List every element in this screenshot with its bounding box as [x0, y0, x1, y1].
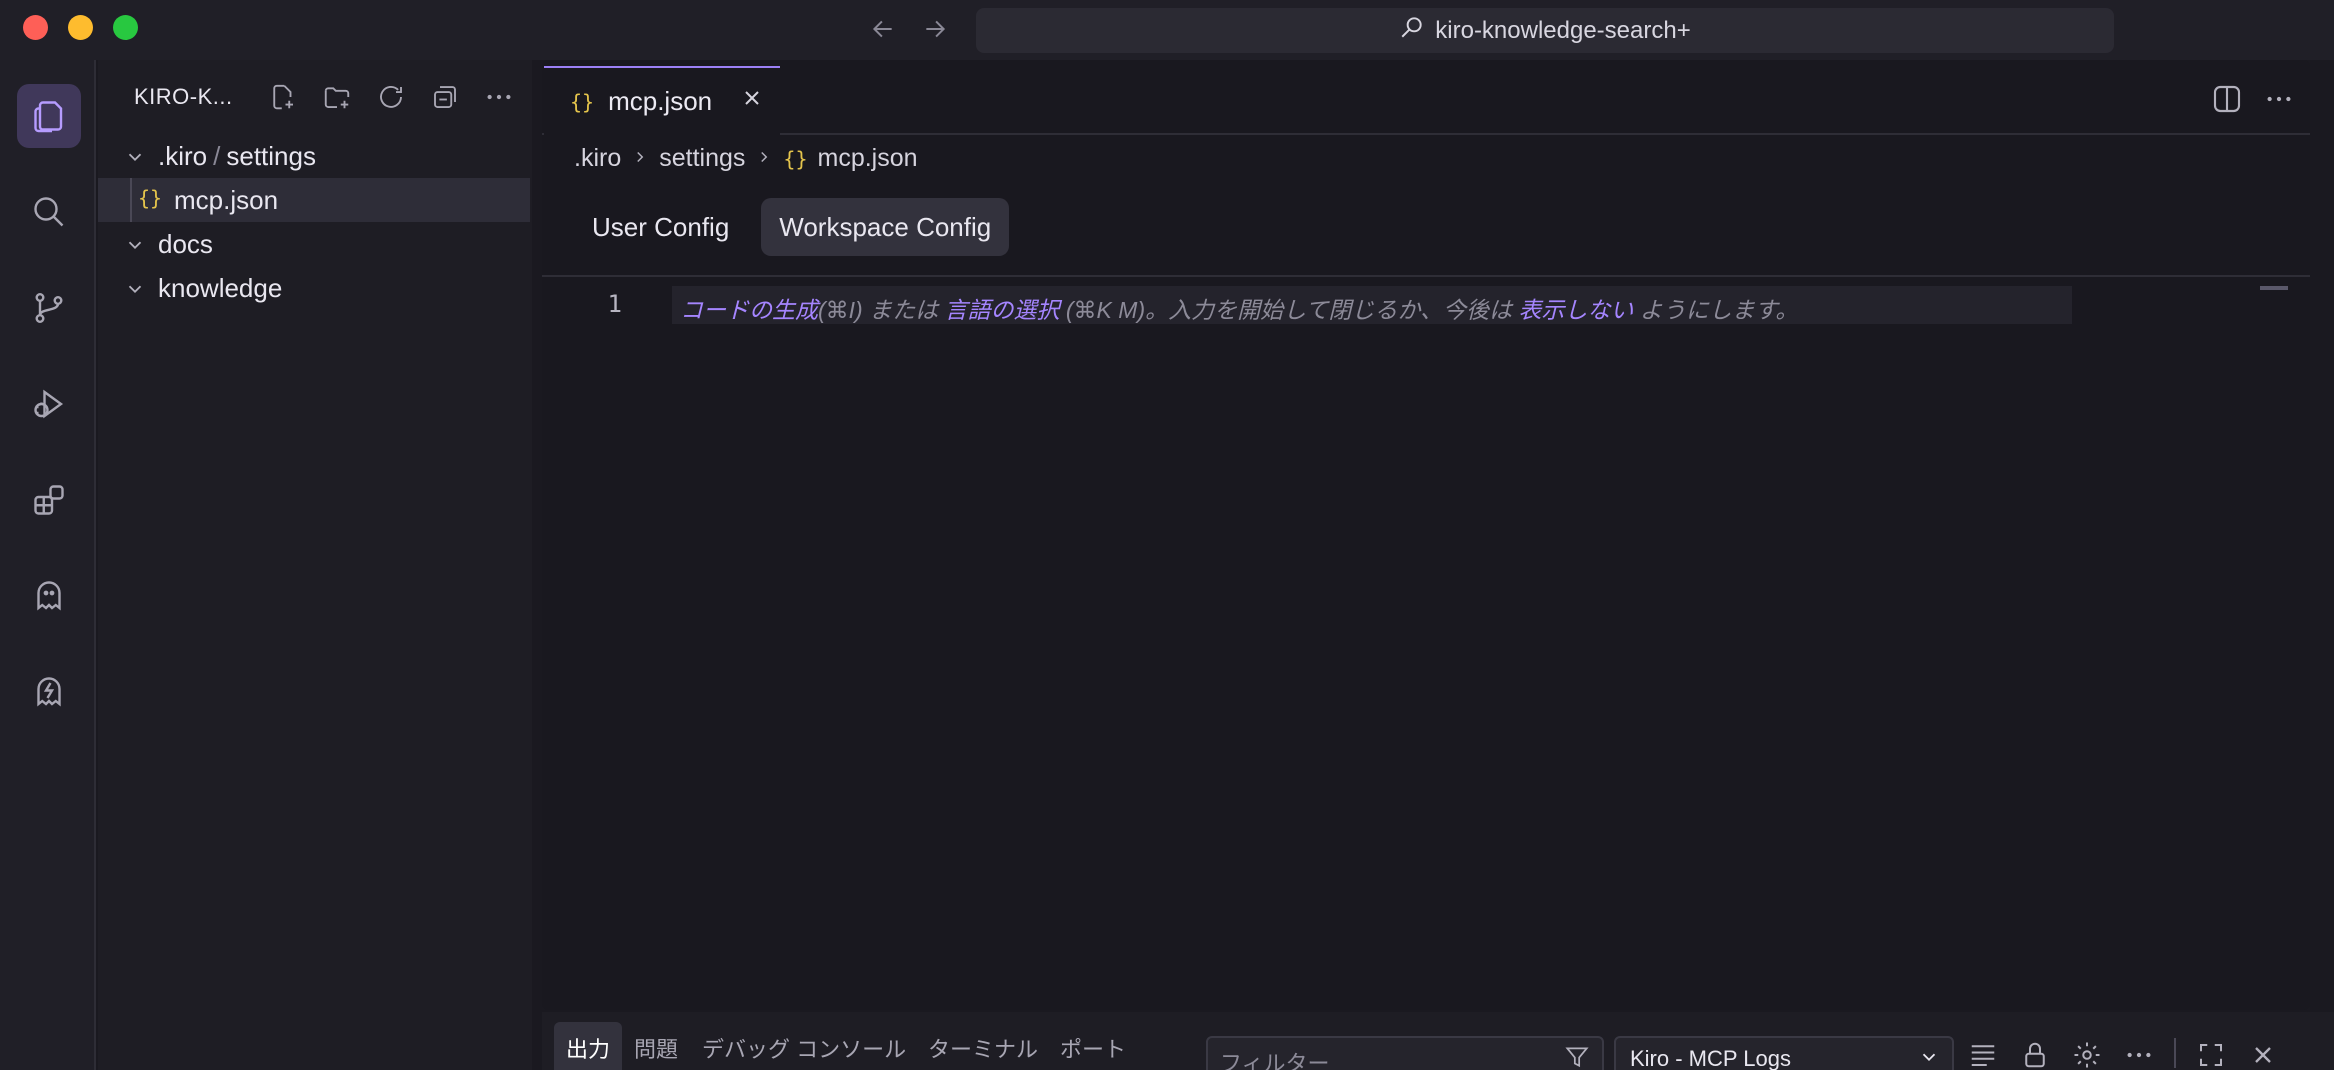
editor-tab-bar: {} mcp.json [542, 60, 2310, 135]
explorer-icon[interactable] [17, 84, 81, 148]
tree-file-label: mcp.json [174, 184, 279, 215]
chevron-down-icon [124, 232, 146, 263]
new-folder-icon[interactable] [320, 80, 354, 114]
search-icon[interactable] [17, 180, 81, 244]
new-file-icon[interactable] [266, 80, 300, 114]
json-file-icon: {} [138, 186, 163, 210]
breadcrumb-item[interactable]: mcp.json [818, 144, 918, 173]
chevron-down-icon [124, 276, 146, 307]
editor-group: {} mcp.json .kiro settings {} mcp.json U… [542, 60, 2310, 1010]
explorer-sidebar: KIRO-K... .kiro / settings {} mcp.json d… [98, 60, 532, 1070]
refresh-icon[interactable] [374, 80, 408, 114]
forward-arrow-icon[interactable] [918, 12, 952, 46]
tab-label: mcp.json [608, 86, 713, 116]
breadcrumb: .kiro settings {} mcp.json [574, 144, 918, 173]
user-config-tab[interactable]: User Config [574, 198, 747, 256]
lock-icon[interactable] [2018, 1038, 2052, 1070]
collapse-all-icon[interactable] [428, 80, 462, 114]
tree-folder-label: docs [158, 228, 213, 259]
breadcrumb-item[interactable]: .kiro [574, 144, 621, 173]
workspace-config-tab[interactable]: Workspace Config [761, 198, 1010, 256]
command-center-text: kiro-knowledge-search+ [1435, 16, 1691, 44]
divider [542, 275, 2310, 277]
tree-folder-kiro-settings[interactable]: .kiro / settings [98, 134, 532, 178]
chevron-right-icon [631, 144, 649, 173]
bottom-panel: 出力 問題 デバッグ コンソール ターミナル ポート フィルター Kiro - … [542, 1012, 2334, 1070]
maximize-panel-icon[interactable] [2194, 1038, 2228, 1070]
tree-folder-docs[interactable]: docs [98, 222, 532, 266]
activity-bar [0, 60, 96, 1070]
generate-code-link[interactable]: コードの生成 [680, 297, 818, 323]
word-wrap-icon[interactable] [1966, 1038, 2000, 1070]
close-panel-icon[interactable] [2246, 1038, 2280, 1070]
config-tab-group: User Config Workspace Config [574, 198, 1010, 256]
split-editor-icon[interactable] [2210, 82, 2244, 116]
output-filter-input[interactable]: フィルター [1206, 1036, 1604, 1070]
kiro-ghost-icon[interactable] [17, 564, 81, 628]
line-number: 1 [607, 290, 622, 318]
run-debug-icon[interactable] [17, 372, 81, 436]
extensions-icon[interactable] [17, 468, 81, 532]
chevron-down-icon [124, 144, 146, 175]
tree-folder-label: knowledge [158, 272, 283, 303]
search-icon [1399, 14, 1425, 47]
tree-folder-knowledge[interactable]: knowledge [98, 266, 532, 310]
title-bar: kiro-knowledge-search+ [0, 0, 2334, 60]
panel-tab-output[interactable]: 出力 [554, 1022, 623, 1070]
panel-tab-terminal[interactable]: ターミナル [928, 1032, 1038, 1064]
kiro-mcp-icon[interactable] [17, 660, 81, 724]
source-control-icon[interactable] [17, 276, 81, 340]
command-center-search[interactable]: kiro-knowledge-search+ [976, 8, 2114, 53]
hint-text: (⌘K M)。入力を開始して閉じるか、今後は [1059, 297, 1519, 323]
minimize-window-button[interactable] [68, 15, 93, 40]
tree-folder-label: .kiro [158, 140, 208, 171]
explorer-title: KIRO-K... [134, 84, 233, 109]
json-file-icon: {} [570, 89, 595, 114]
tree-file-mcp-json[interactable]: {} mcp.json [98, 178, 530, 222]
close-icon[interactable] [740, 86, 764, 117]
panel-tab-problems[interactable]: 問題 [634, 1032, 678, 1064]
gear-icon[interactable] [2070, 1038, 2104, 1070]
hint-text: ようにします。 [1633, 297, 1799, 323]
chevron-right-icon [755, 144, 773, 173]
back-arrow-icon[interactable] [866, 12, 900, 46]
close-window-button[interactable] [23, 15, 48, 40]
output-channel-value: Kiro - MCP Logs [1630, 1046, 1791, 1070]
zoom-window-button[interactable] [113, 15, 138, 40]
output-channel-select[interactable]: Kiro - MCP Logs [1614, 1036, 1954, 1070]
filter-placeholder: フィルター [1220, 1051, 1330, 1070]
panel-tab-ports[interactable]: ポート [1060, 1032, 1126, 1064]
panel-tab-debug-console[interactable]: デバッグ コンソール [702, 1032, 906, 1064]
more-actions-icon[interactable] [2262, 82, 2296, 116]
file-tree: .kiro / settings {} mcp.json docs knowledg… [98, 134, 532, 310]
chevron-down-icon [1918, 1046, 1940, 1070]
filter-icon[interactable] [1564, 1044, 1590, 1070]
path-separator: / [213, 140, 221, 171]
json-file-icon: {} [783, 146, 808, 171]
dont-show-link[interactable]: 表示しない [1518, 297, 1633, 323]
explorer-header: KIRO-K... [98, 60, 532, 134]
overview-ruler-cursor [2260, 286, 2288, 290]
divider [2174, 1038, 2176, 1068]
more-actions-icon[interactable] [2122, 1038, 2156, 1070]
tree-folder-label: settings [226, 140, 316, 171]
editor-tab-mcp-json[interactable]: {} mcp.json [544, 66, 780, 135]
more-actions-icon[interactable] [482, 80, 516, 114]
breadcrumb-item[interactable]: settings [659, 144, 745, 173]
hint-text: (⌘I) または [818, 297, 945, 323]
indent-guide [130, 178, 132, 222]
empty-editor-hint: コードの生成(⌘I) または 言語の選択 (⌘K M)。入力を開始して閉じるか、… [680, 291, 1798, 325]
select-language-link[interactable]: 言語の選択 [945, 297, 1060, 323]
